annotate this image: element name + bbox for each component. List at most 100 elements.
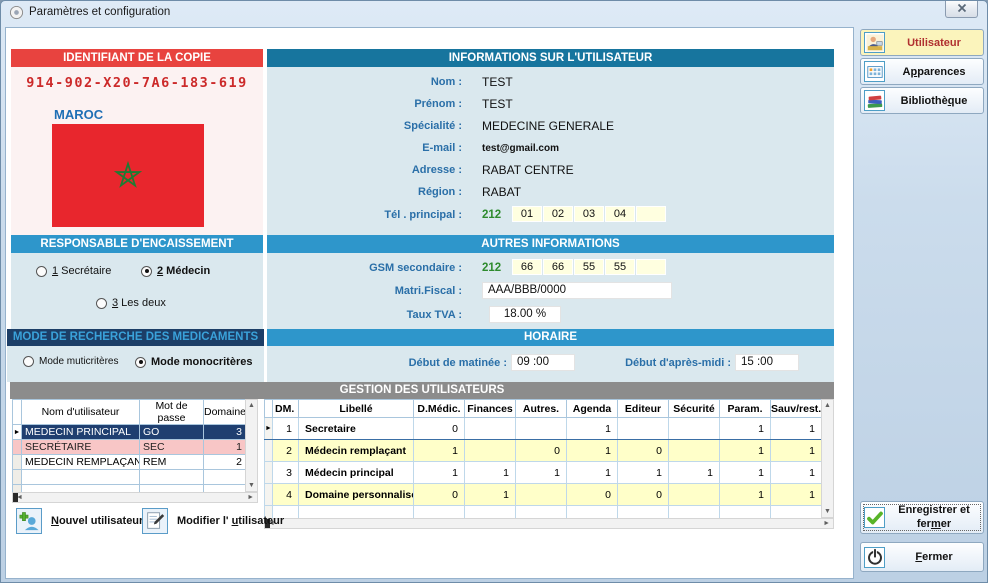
main-content: IDENTIFIANT DE LA COPIE 914-902-X20-7A6-… (5, 27, 854, 579)
tel-part-2[interactable]: 02 (543, 206, 573, 222)
prenom-field[interactable]: TEST (482, 97, 513, 111)
users-table-vscrollbar[interactable]: ▲ ▼ (245, 399, 258, 492)
adresse-field[interactable]: RABAT CENTRE (482, 163, 574, 177)
radio-mode-monocriteres[interactable]: Mode monocritères (135, 356, 252, 368)
radio-les-deux[interactable]: 3 Les deux (96, 297, 166, 309)
matri-input[interactable]: AAA/BBB/0000 (482, 282, 672, 299)
col-mot-de-passe: Mot de passe (140, 400, 204, 425)
table-row[interactable]: ► MEDECIN PRINCIPAL GO 3 (13, 425, 246, 440)
tel-part-4[interactable]: 04 (605, 206, 635, 222)
encaissement-panel: 1 Secrétaire 2 Médecin 3 Les deux (11, 253, 263, 329)
apresmidi-input[interactable]: 15 :00 (735, 354, 799, 371)
col-editeur: Editeur (618, 400, 669, 418)
radio-circle-icon (96, 298, 107, 309)
sidebar-item-utilisateur[interactable]: Utilisateur (860, 29, 984, 56)
row-marker-icon: ► (265, 418, 273, 440)
radio-circle-icon (141, 266, 152, 277)
tel-part-3[interactable]: 03 (574, 206, 604, 222)
row-marker-icon: ► (13, 425, 22, 440)
apresmidi-label: Début d'après-midi : (567, 357, 731, 369)
scroll-right-icon[interactable]: ► (247, 494, 254, 501)
new-user-button[interactable]: Nouvel utilisateur (16, 508, 143, 534)
domains-table-hscrollbar[interactable]: ◄ ► (264, 518, 834, 529)
domains-table-vscrollbar[interactable]: ▲ ▼ (821, 399, 834, 518)
window-title: Paramètres et configuration (29, 6, 170, 18)
specialite-field[interactable]: MEDECINE GENERALE (482, 119, 614, 133)
horaire-header: HORAIRE (267, 329, 834, 346)
scroll-up-icon[interactable]: ▲ (824, 402, 831, 409)
user-info-panel: Nom : TEST Prénom : TEST Spécialité : ME… (267, 67, 834, 256)
radio-medecin[interactable]: 2 Médecin (141, 265, 210, 277)
table-row[interactable]: SECRÉTAIRE SEC 1 (13, 440, 246, 455)
scrollbar-thumb[interactable] (13, 493, 18, 502)
copy-id-code: 914-902-X20-7A6-183-619 (11, 67, 263, 91)
matri-label: Matri.Fiscal : (272, 285, 462, 297)
gsm-part-5[interactable] (636, 259, 666, 275)
adresse-label: Adresse : (272, 164, 462, 176)
close-icon (957, 0, 967, 18)
table-row-empty[interactable] (13, 470, 246, 485)
col-param: Param. (720, 400, 771, 418)
scroll-down-icon[interactable]: ▼ (824, 508, 831, 515)
col-domaine: Domaine (204, 400, 246, 425)
titlebar[interactable]: Paramètres et configuration (1, 1, 987, 25)
gsm-part-3[interactable]: 55 (574, 259, 604, 275)
matinee-label: Début de matinée : (307, 357, 507, 369)
users-table-hscrollbar[interactable]: ◄ ► (12, 492, 258, 503)
table-row-empty[interactable] (265, 506, 822, 519)
recherche-panel: Mode muticritères Mode monocritères (7, 346, 264, 382)
radio-mode-multicriteres[interactable]: Mode muticritères (23, 356, 118, 367)
domains-table-header-row: DM. Libellé D.Médic. Finances Autres. Ag… (265, 400, 822, 418)
scroll-down-icon[interactable]: ▼ (248, 482, 255, 489)
scroll-right-icon[interactable]: ► (823, 520, 830, 527)
save-and-close-button[interactable]: Enregistrer et fermer (860, 501, 984, 534)
check-icon (864, 507, 885, 528)
tva-input[interactable]: 18.00 % (489, 306, 561, 323)
sidebar-item-apparences[interactable]: Apparences (860, 58, 984, 85)
window-close-button[interactable] (945, 1, 978, 18)
gsm-part-4[interactable]: 55 (605, 259, 635, 275)
scroll-up-icon[interactable]: ▲ (248, 402, 255, 409)
horaire-panel: Début de matinée : 09 :00 Début d'après-… (267, 346, 834, 382)
nom-label: Nom : (272, 76, 462, 88)
table-row[interactable]: 3 Médecin principal 1 1 1 1 1 1 1 1 (265, 462, 822, 484)
region-field[interactable]: RABAT (482, 185, 521, 199)
email-label: E-mail : (272, 142, 462, 154)
col-finances: Finances (465, 400, 516, 418)
morocco-flag (52, 124, 204, 227)
prenom-label: Prénom : (272, 98, 462, 110)
domains-table: DM. Libellé D.Médic. Finances Autres. Ag… (264, 399, 822, 519)
gsm-part-1[interactable]: 66 (512, 259, 542, 275)
matinee-input[interactable]: 09 :00 (511, 354, 575, 371)
gestion-header: GESTION DES UTILISATEURS (10, 382, 834, 399)
tel-part-1[interactable]: 01 (512, 206, 542, 222)
tel-part-5[interactable] (636, 206, 666, 222)
users-table: Nom d'utilisateur Mot de passe Domaine ►… (12, 399, 246, 500)
table-row[interactable]: ► 1 Secretaire 0 1 1 1 (265, 418, 822, 440)
table-row[interactable]: MEDECIN REMPLAÇANT REM 2 (13, 455, 246, 470)
autres-header: AUTRES INFORMATIONS (267, 235, 834, 253)
gsm-part-2[interactable]: 66 (543, 259, 573, 275)
power-icon (864, 547, 885, 568)
tva-label: Taux TVA : (272, 309, 462, 321)
edit-user-button[interactable]: Modifier l' utilisateur (142, 508, 284, 534)
gsm-prefix: 212 (482, 262, 501, 274)
radio-secretaire[interactable]: 1 Secrétaire (36, 265, 111, 277)
col-dm: DM. (273, 400, 299, 418)
email-field[interactable]: test@gmail.com (482, 143, 559, 154)
nom-field[interactable]: TEST (482, 75, 513, 89)
sidebar-item-bibliotheque[interactable]: Bibliothèque (860, 87, 984, 114)
col-securite: Sécurité (669, 400, 720, 418)
table-row[interactable]: 2 Médecin remplaçant 1 0 1 0 1 1 (265, 440, 822, 462)
country-label: MAROC (54, 107, 103, 122)
copy-id-header: IDENTIFIANT DE LA COPIE (11, 49, 263, 67)
edit-user-icon (142, 508, 168, 534)
gsm-label: GSM secondaire : (272, 262, 462, 274)
copy-id-panel: 914-902-X20-7A6-183-619 MAROC (11, 67, 263, 235)
region-label: Région : (272, 186, 462, 198)
flag-star-icon (108, 155, 148, 195)
close-window-button[interactable]: Fermer (860, 542, 984, 572)
table-row[interactable]: 4 Domaine personnalisé 0 1 0 0 1 1 (265, 484, 822, 506)
autres-panel: GSM secondaire : 212 66 66 55 55 Matri.F… (267, 253, 834, 329)
col-dmedic: D.Médic. (414, 400, 465, 418)
